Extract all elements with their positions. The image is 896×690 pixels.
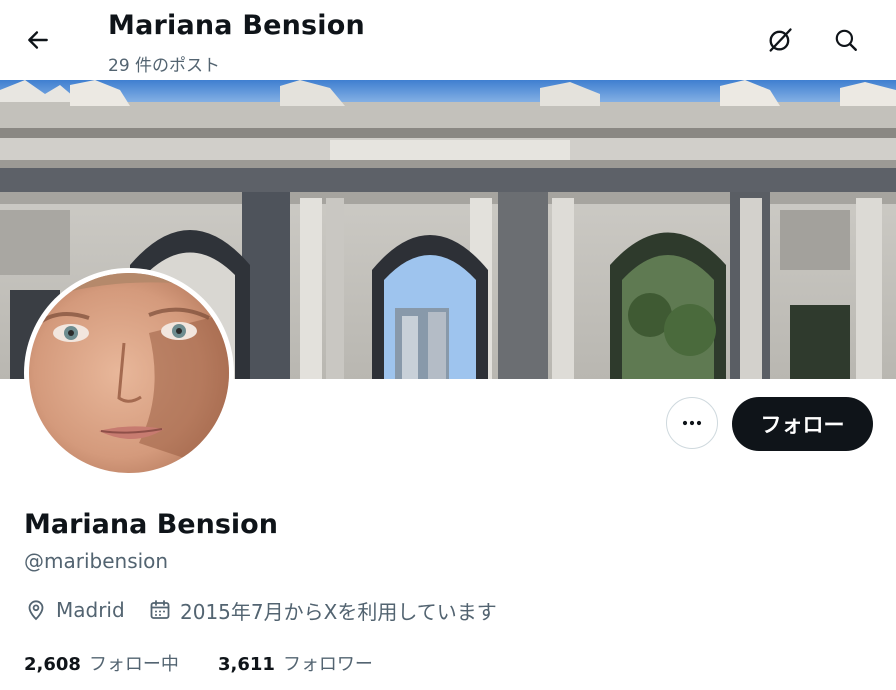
profile-display-name: Mariana Bension [24, 509, 278, 540]
header-profile-name: Mariana Bension [108, 10, 365, 41]
profile-join-date: 2015年7月からXを利用しています [148, 596, 497, 624]
profile-location: Madrid [24, 596, 125, 624]
search-icon [835, 29, 857, 51]
follow-button[interactable]: フォロー [732, 397, 873, 451]
grok-button[interactable] [760, 20, 800, 60]
join-date-text: 2015年7月からXを利用しています [180, 599, 497, 624]
grok-icon [769, 28, 792, 52]
avatar-face-illustration [29, 273, 229, 473]
location-text: Madrid [56, 598, 125, 622]
more-dots-icon [682, 420, 702, 426]
profile-handle: @maribension [24, 549, 169, 573]
avatar-photo [29, 273, 229, 473]
calendar-icon [150, 600, 170, 619]
arrow-left-icon [28, 31, 48, 49]
profile-avatar[interactable] [24, 268, 234, 478]
following-link[interactable]: 2,608 フォロー中 [24, 650, 179, 676]
followers-link[interactable]: 3,611 フォロワー [218, 650, 373, 676]
following-count: 2,608 [24, 654, 81, 675]
more-options-button[interactable] [666, 397, 718, 449]
top-bar: Mariana Bension 29 件のポスト [0, 0, 896, 80]
search-button[interactable] [826, 20, 866, 60]
location-pin-icon [28, 600, 44, 621]
following-label: フォロー中 [88, 654, 179, 675]
followers-count: 3,611 [218, 654, 275, 675]
header-post-count: 29 件のポスト [108, 56, 221, 76]
back-button[interactable] [18, 20, 58, 60]
followers-label: フォロワー [282, 654, 373, 675]
